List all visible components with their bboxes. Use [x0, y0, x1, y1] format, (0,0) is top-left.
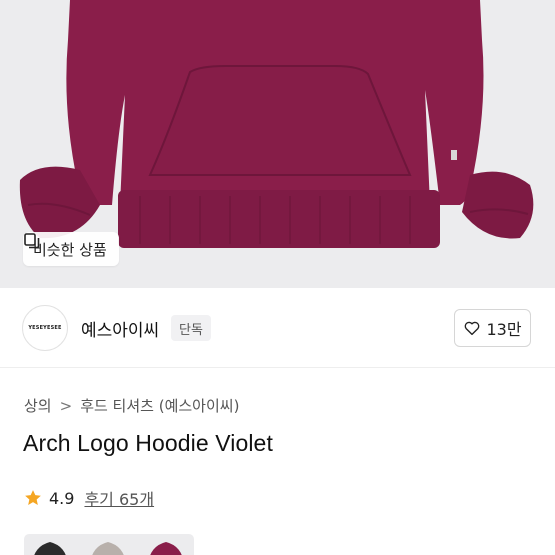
exclusive-badge: 단독: [171, 315, 211, 341]
shop-logo[interactable]: YESEYESEE: [22, 305, 68, 351]
breadcrumb-separator: >: [59, 396, 73, 415]
color-thumbnails-art: [34, 542, 182, 555]
breadcrumb-root[interactable]: 상의: [24, 395, 52, 416]
thumb-black: [34, 542, 66, 555]
rating-score: 4.9: [49, 488, 75, 508]
heart-icon: [465, 321, 480, 336]
color-thumbnails[interactable]: [24, 534, 194, 555]
product-image[interactable]: 비슷한 상품: [0, 0, 555, 288]
thumb-violet: [150, 542, 182, 555]
shop-logo-text: YESEYESEE: [28, 325, 62, 331]
rating-row: 4.9 후기 65개: [23, 486, 154, 510]
breadcrumb-category[interactable]: 후드 티셔츠 (예스아이씨): [80, 395, 239, 416]
reviews-link[interactable]: 후기 65개: [84, 486, 154, 510]
product-title: Arch Logo Hoodie Violet: [23, 430, 273, 456]
like-count: 13만: [486, 320, 522, 339]
similar-products-button[interactable]: 비슷한 상품: [23, 232, 119, 266]
shop-row[interactable]: YESEYESEE 예스아이씨 단독 13만: [0, 288, 555, 368]
star-icon: [25, 490, 41, 505]
thumb-grey: [92, 542, 124, 555]
similar-items-icon: [24, 233, 40, 249]
like-button[interactable]: 13만: [454, 309, 531, 347]
shop-name[interactable]: 예스아이씨: [81, 316, 159, 341]
breadcrumb: 상의 > 후드 티셔츠 (예스아이씨): [24, 395, 239, 416]
similar-products-label: 비슷한 상품: [33, 240, 107, 259]
